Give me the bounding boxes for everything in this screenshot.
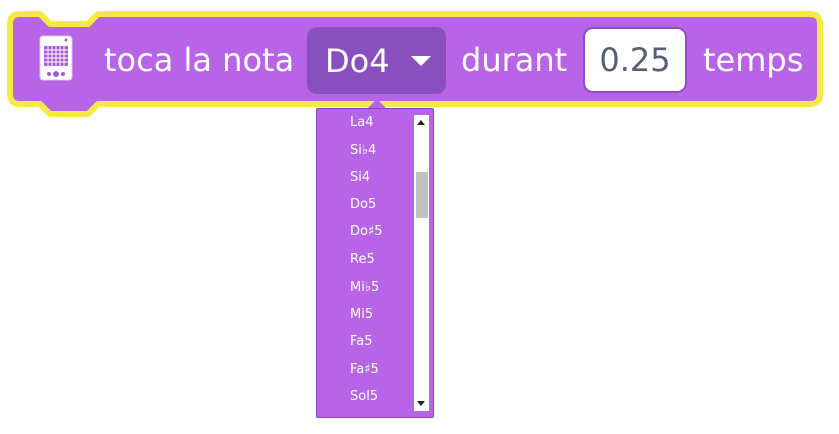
menu-item[interactable]: Fa♯5 — [350, 360, 379, 380]
menu-item[interactable]: Si♭4 — [350, 141, 376, 161]
block-label-play-note: toca la nota — [104, 41, 295, 79]
note-dropdown-menu[interactable]: La4 Si♭4 Si4 Do5 Do♯5 Re5 Mi♭5 Mi5 Fa5 F… — [316, 108, 434, 418]
menu-item[interactable]: Do♯5 — [350, 222, 383, 242]
duration-input[interactable]: 0.25 — [583, 27, 687, 93]
block-label-beats: temps — [703, 41, 804, 79]
scroll-down-arrow-icon[interactable] — [417, 401, 425, 406]
menu-scrollbar[interactable] — [414, 115, 429, 411]
note-dropdown-value: Do4 — [325, 41, 390, 80]
menu-item[interactable]: La4 — [350, 113, 373, 133]
scroll-thumb[interactable] — [416, 172, 428, 218]
menu-item[interactable]: Si4 — [350, 168, 370, 188]
note-dropdown[interactable]: Do4 — [307, 27, 446, 94]
device-icon — [39, 35, 73, 81]
block-label-for: durant — [461, 41, 568, 79]
menu-item[interactable]: Sol5 — [350, 387, 378, 407]
menu-item[interactable]: Fa5 — [350, 332, 373, 352]
scroll-up-arrow-icon[interactable] — [417, 120, 425, 125]
menu-item[interactable]: Mi5 — [350, 305, 373, 325]
menu-list: La4 Si♭4 Si4 Do5 Do♯5 Re5 Mi♭5 Mi5 Fa5 F… — [317, 109, 415, 417]
menu-item[interactable]: Re5 — [350, 250, 375, 270]
duration-value: 0.25 — [599, 41, 671, 79]
menu-item[interactable]: Do5 — [350, 195, 376, 215]
caret-down-icon — [411, 56, 431, 66]
menu-item[interactable]: Mi♭5 — [350, 278, 379, 298]
